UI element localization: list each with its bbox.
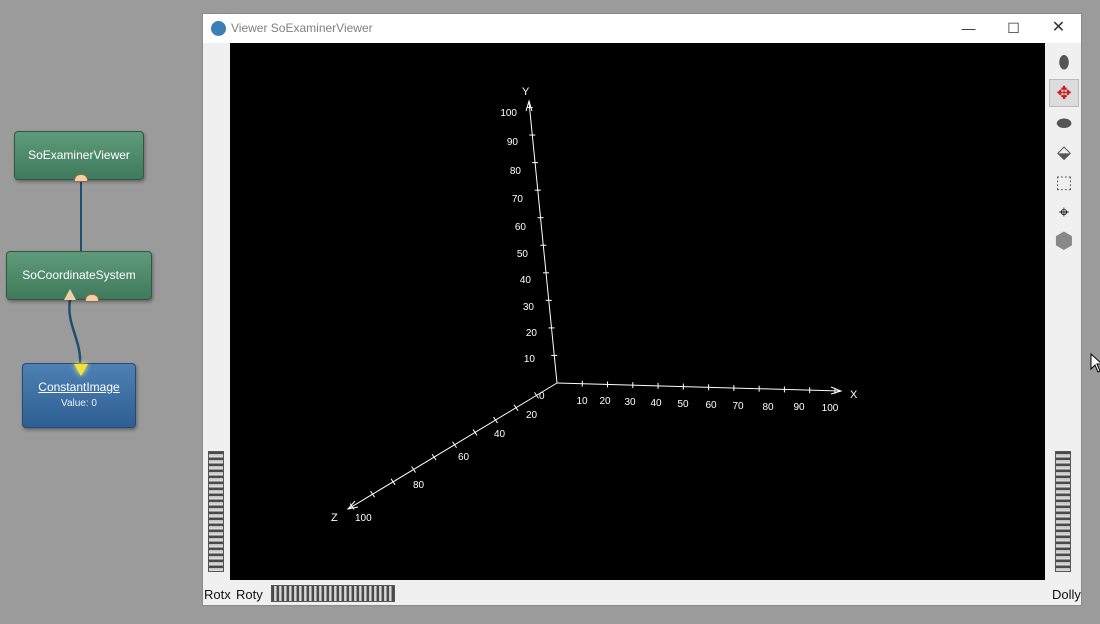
pick-mode-button[interactable]: ⬮ [1049, 48, 1079, 76]
rotx-thumbwheel[interactable] [208, 451, 224, 572]
z-tick-label: 40 [494, 429, 506, 440]
app-icon [211, 21, 226, 36]
z-axis-tick [431, 453, 437, 461]
z-axis-tick [472, 429, 478, 436]
z-axis-tick [411, 466, 416, 473]
z-axis-tick [370, 490, 376, 498]
view-all-icon: ⬚ [1055, 171, 1073, 192]
x-tick-label: 40 [650, 398, 662, 409]
view-mode-button[interactable]: ✥ [1049, 79, 1079, 107]
viewer-window: Viewer SoExaminerViewer — ☐ ✕ Y X Z 0 10… [202, 13, 1082, 606]
x-tick-label: 60 [705, 400, 717, 411]
rotx-label: Rotx [204, 587, 231, 602]
coord-image-input-port[interactable] [64, 289, 76, 300]
y-axis-label: Y [522, 86, 530, 98]
window-title: Viewer SoExaminerViewer [231, 21, 373, 35]
dolly-label: Dolly [1052, 587, 1081, 602]
seek-icon: ⌖ [1058, 201, 1070, 222]
z-tick-label: 60 [458, 452, 470, 463]
home-icon: ⬬ [1056, 112, 1072, 133]
x-tick-label: 30 [624, 397, 636, 408]
maximize-button[interactable]: ☐ [991, 14, 1036, 43]
x-tick-label: 20 [599, 396, 611, 407]
camera-icon: ⬢ [1054, 228, 1074, 253]
z-axis-tick [452, 441, 457, 449]
z-axis-tick [513, 404, 519, 411]
seek-button[interactable]: ⌖ [1049, 198, 1079, 226]
y-tick-label: 10 [524, 354, 536, 365]
z-tick-label: 100 [355, 513, 372, 524]
z-axis-tick [493, 416, 498, 424]
pick-icon: ⬮ [1058, 51, 1070, 72]
y-tick-label: 20 [526, 328, 538, 339]
y-tick-label: 100 [500, 108, 517, 119]
roty-thumbwheel[interactable] [271, 585, 395, 602]
y-tick-label: 40 [520, 275, 532, 286]
view-all-button[interactable]: ⬚ [1049, 168, 1079, 196]
node-so-coordinate-system[interactable]: SoCoordinateSystem [6, 251, 152, 300]
camera-type-button[interactable]: ⬢ [1049, 227, 1079, 255]
minimize-button[interactable]: — [946, 14, 991, 43]
z-axis-line [347, 382, 558, 510]
x-tick-label: 80 [762, 402, 774, 413]
z-tick-label: 80 [413, 480, 425, 491]
y-tick-label: 80 [510, 166, 522, 177]
y-tick-label: 50 [517, 249, 529, 260]
x-tick-label: 10 [576, 396, 588, 407]
z-axis-tick [534, 392, 539, 399]
x-axis-line [556, 382, 841, 392]
mouse-cursor-icon [1090, 353, 1100, 373]
y-tick-label: 60 [515, 222, 527, 233]
set-home-button[interactable]: ⬙ [1049, 138, 1079, 166]
x-tick-label: 90 [793, 402, 805, 413]
3d-viewport[interactable]: Y X Z 0 10 20 30 40 50 60 70 80 90 100 1… [230, 43, 1045, 580]
z-tick-label: 20 [526, 410, 538, 421]
close-button[interactable]: ✕ [1036, 14, 1081, 43]
y-tick-label: 70 [512, 194, 524, 205]
y-tick-label: 90 [507, 137, 519, 148]
x-tick-label: 50 [677, 399, 689, 410]
z-axis-label: Z [331, 512, 338, 524]
view-icon: ✥ [1056, 82, 1072, 103]
title-bar[interactable]: Viewer SoExaminerViewer — ☐ ✕ [203, 14, 1081, 43]
y-tick-label: 30 [523, 302, 535, 313]
node-so-coordinate-system-label: SoCoordinateSystem [22, 268, 136, 282]
node-so-examiner-viewer-label: SoExaminerViewer [28, 148, 130, 162]
constant-image-output-port[interactable] [74, 364, 88, 376]
node-constant-image-value: Value: 0 [61, 398, 97, 409]
x-axis-label: X [850, 389, 858, 401]
dolly-thumbwheel[interactable] [1055, 451, 1071, 572]
x-tick-label: 70 [732, 401, 744, 412]
set-home-icon: ⬙ [1057, 141, 1071, 162]
coordinate-axes: Y X Z 0 10 20 30 40 50 60 70 80 90 100 1… [331, 86, 858, 524]
network-connections [68, 180, 82, 367]
z-axis-tick [390, 478, 396, 486]
node-constant-image-label: ConstantImage [38, 380, 120, 394]
roty-label: Roty [236, 587, 263, 602]
viewer-output-port[interactable] [74, 174, 88, 182]
home-button[interactable]: ⬬ [1049, 109, 1079, 137]
origin-label: 0 [539, 391, 545, 402]
x-tick-label: 100 [822, 403, 839, 414]
node-so-examiner-viewer[interactable]: SoExaminerViewer [14, 131, 144, 180]
y-axis-line [528, 101, 558, 384]
coord-output-port[interactable] [85, 294, 99, 302]
